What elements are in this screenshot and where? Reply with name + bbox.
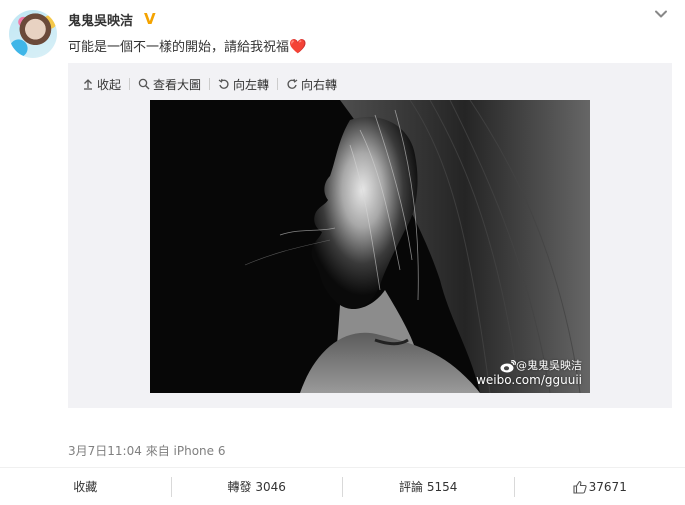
rotate-left-icon — [218, 78, 229, 89]
heart-emoji: ❤️ — [289, 39, 307, 55]
favorite-button[interactable]: 收藏 — [0, 477, 171, 497]
repost-button[interactable]: 轉發 3046 — [170, 476, 343, 497]
weibo-logo-icon — [500, 359, 516, 372]
post-text: 可能是一個不一樣的開始，請給我祝福❤️ — [68, 36, 306, 55]
verified-badge-icon: V — [144, 10, 156, 28]
repost-label: 轉發 — [227, 480, 252, 494]
view-large-label: 查看大圖 — [153, 77, 202, 92]
comment-button[interactable]: 評論 5154 — [342, 476, 514, 497]
post-meta: 3月7日11:04 來自 iPhone 6 — [68, 442, 226, 459]
rotate-right-icon — [287, 78, 298, 89]
comment-count: 5154 — [426, 479, 458, 494]
post-timestamp[interactable]: 3月7日11:04 — [68, 444, 142, 458]
collapse-button[interactable]: 收起 — [82, 76, 121, 93]
like-button[interactable]: 37671 — [513, 476, 685, 497]
username[interactable]: 鬼鬼吳映洁 — [68, 10, 133, 29]
chevron-down-icon[interactable] — [653, 6, 669, 22]
source-prefix: 來自 — [145, 444, 170, 458]
post-photo[interactable]: @鬼鬼吳映洁 weibo.com/gguuii — [150, 100, 590, 393]
collapse-icon — [84, 79, 92, 90]
post-source[interactable]: iPhone 6 — [174, 444, 226, 458]
view-large-button[interactable]: 查看大圖 — [138, 76, 201, 93]
magnifier-icon — [138, 78, 150, 90]
photo-watermark: @鬼鬼吳映洁 weibo.com/gguuii — [476, 359, 582, 387]
toolbar-divider — [209, 78, 211, 90]
media-toolbar: 收起 查看大圖 向左轉 向右轉 — [82, 76, 337, 92]
watermark-user: @鬼鬼吳映洁 — [516, 359, 582, 372]
rotate-left-label: 向左轉 — [233, 77, 270, 92]
watermark-site: weibo.com/gguuii — [476, 373, 582, 387]
like-count: 37671 — [588, 479, 627, 494]
rotate-right-button[interactable]: 向右轉 — [286, 76, 337, 93]
comment-label: 評論 — [399, 480, 424, 494]
post-text-body: 可能是一個不一樣的開始，請給我祝福 — [68, 40, 290, 55]
action-bar: 收藏 轉發 3046 評論 5154 37671 — [0, 468, 685, 505]
collapse-label: 收起 — [97, 77, 122, 92]
toolbar-divider — [129, 78, 131, 90]
portrait-image — [150, 100, 590, 393]
toolbar-divider — [277, 78, 279, 90]
media-box: 收起 查看大圖 向左轉 向右轉 @鬼鬼吳映洁 weibo.com/gguuii — [68, 63, 672, 408]
favorite-label: 收藏 — [73, 480, 98, 494]
thumbs-up-icon — [573, 480, 587, 494]
rotate-left-button[interactable]: 向左轉 — [218, 76, 269, 93]
avatar[interactable] — [9, 10, 57, 58]
rotate-right-label: 向右轉 — [301, 77, 338, 92]
repost-count: 3046 — [255, 479, 286, 494]
